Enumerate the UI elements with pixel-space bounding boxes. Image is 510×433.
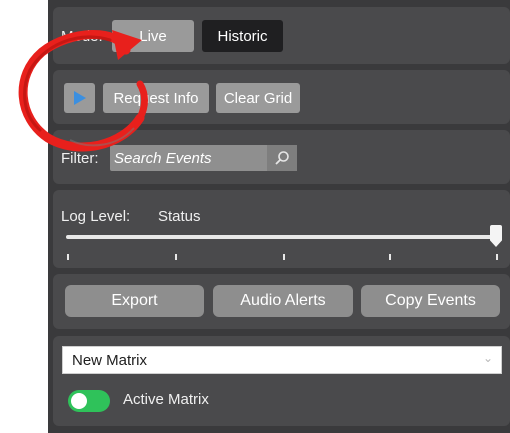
- toggle-knob: [71, 393, 87, 409]
- slider-tick: [496, 254, 498, 260]
- export-button[interactable]: Export: [65, 285, 204, 317]
- slider-tick: [283, 254, 285, 260]
- search-input[interactable]: Search Events: [110, 145, 267, 171]
- chevron-down-icon: ⌄: [482, 351, 493, 365]
- slider-tick: [175, 254, 177, 260]
- log-level-value: Status: [158, 208, 201, 225]
- request-info-button[interactable]: Request Info: [103, 83, 209, 113]
- matrix-select-value: New Matrix: [72, 351, 148, 369]
- filter-label: Filter:: [61, 150, 99, 167]
- slider-tick: [389, 254, 391, 260]
- active-matrix-toggle[interactable]: [68, 390, 110, 412]
- search-icon: [275, 151, 289, 165]
- mode-historic-button[interactable]: Historic: [202, 20, 283, 52]
- log-level-label: Log Level:: [61, 208, 131, 225]
- copy-events-button[interactable]: Copy Events: [361, 285, 500, 317]
- mode-label: Mode:: [61, 28, 103, 45]
- clear-grid-button[interactable]: Clear Grid: [216, 83, 300, 113]
- audio-alerts-button[interactable]: Audio Alerts: [213, 285, 353, 317]
- mode-live-button[interactable]: Live: [112, 20, 194, 52]
- active-matrix-label: Active Matrix: [123, 391, 209, 408]
- matrix-select[interactable]: New Matrix ⌄: [62, 346, 502, 374]
- play-button[interactable]: [64, 83, 95, 113]
- search-button[interactable]: [267, 145, 297, 171]
- play-icon: [73, 91, 86, 105]
- log-level-slider[interactable]: [66, 235, 498, 239]
- slider-tick: [67, 254, 69, 260]
- log-level-section: [53, 190, 510, 268]
